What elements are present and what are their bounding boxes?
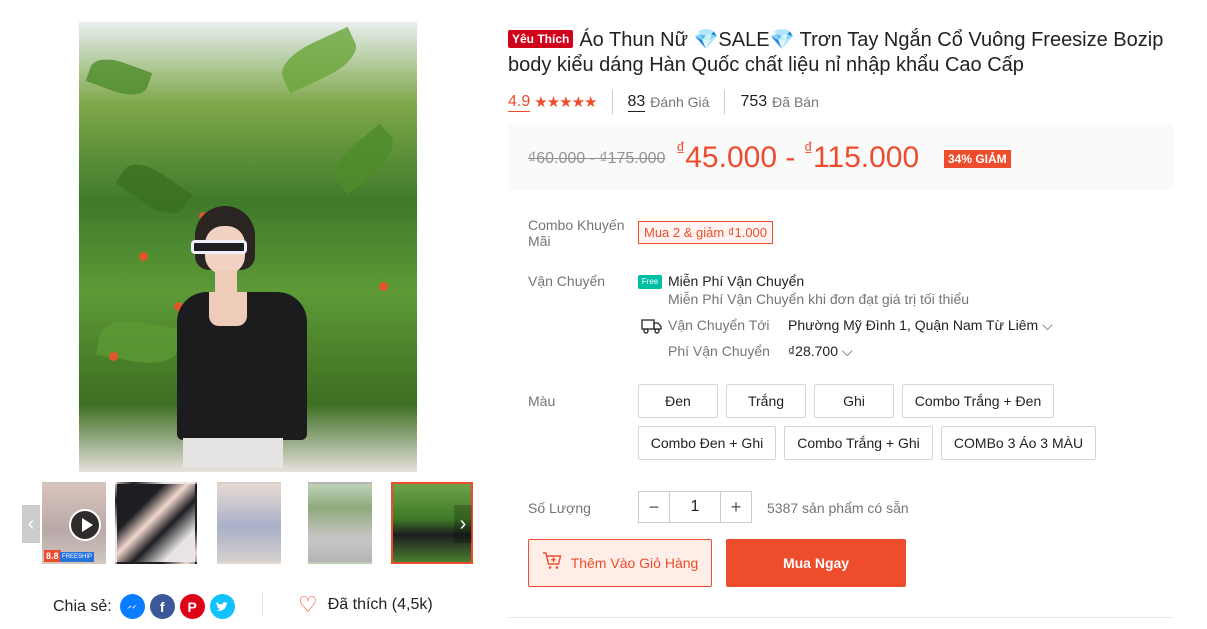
like-count: Đã thích (4,5k) <box>327 596 433 613</box>
review-count[interactable]: 83 <box>627 93 646 112</box>
play-icon[interactable] <box>69 509 101 541</box>
product-title: Yêu Thích Áo Thun Nữ 💎SALE💎 Trơn Tay Ngắn… <box>508 28 1178 78</box>
quantity-label: Số Lượng <box>528 500 591 516</box>
color-option-combo-trang-ghi[interactable]: Combo Trắng + Ghi <box>784 426 933 460</box>
original-price: ₫60.000 - ₫175.000 <box>528 150 666 167</box>
truck-icon <box>641 317 663 340</box>
color-option-den[interactable]: Đen <box>638 384 718 418</box>
chevron-down-icon: ⌵ <box>841 343 853 359</box>
thumbnail-3[interactable] <box>217 482 281 564</box>
freeship-badge: FREESHIP <box>60 552 95 562</box>
chevron-right-icon[interactable]: › <box>454 505 472 543</box>
color-option-ghi[interactable]: Ghi <box>814 384 894 418</box>
sold-count: 753 <box>740 93 768 110</box>
discount-badge: 34% GIẢM <box>944 150 1011 168</box>
free-shipping-icon: Free <box>638 275 662 289</box>
color-option-combo-den-ghi[interactable]: Combo Đen + Ghi <box>638 426 776 460</box>
quantity-input[interactable]: 1 <box>670 491 720 523</box>
divider <box>508 617 1173 618</box>
color-option-combo-3[interactable]: COMBo 3 Áo 3 MÀU <box>941 426 1096 460</box>
star-rating-icon: ★★★★★ <box>534 94 597 111</box>
color-label: Màu <box>528 393 556 409</box>
foliage <box>275 26 363 94</box>
rating-row: 4.9 ★★★★★ 83 Đánh Giá 753 Đã Bán <box>508 90 819 114</box>
currency-symbol: ₫ <box>803 139 813 159</box>
divider <box>611 90 613 114</box>
white-pants <box>183 438 283 468</box>
messenger-icon[interactable] <box>119 594 145 619</box>
shipping-fee-label: Phí Vận Chuyển <box>668 343 770 359</box>
like-button[interactable]: ♡ Đã thích (4,5k) <box>298 594 433 616</box>
ship-to-label: Vận Chuyển Tới <box>668 317 770 333</box>
heart-icon: ♡ <box>298 592 318 617</box>
free-shipping-desc: Miễn Phí Vận Chuyển khi đơn đạt giá trị … <box>668 291 970 307</box>
ship-to-selector[interactable]: Phường Mỹ Đình 1, Quận Nam Từ Liêm ⌵ <box>788 317 1053 334</box>
combo-promo-tag[interactable]: Mua 2 & giảm ₫1.000 <box>638 221 774 244</box>
neckline <box>209 292 247 326</box>
model-figure <box>177 198 307 468</box>
share-label: Chia sẻ: <box>53 597 112 615</box>
review-label: Đánh Giá <box>650 94 710 110</box>
thumbnail-4[interactable] <box>308 482 372 564</box>
price-min: 45.000 <box>685 141 778 174</box>
add-to-cart-button[interactable]: Thêm Vào Giỏ Hàng <box>528 539 712 587</box>
stock-available: 5387 sản phẩm có sẵn <box>767 500 909 516</box>
chevron-down-icon: ⌵ <box>1042 317 1053 333</box>
rating-score[interactable]: 4.9 <box>508 93 531 112</box>
buy-now-button[interactable]: Mua Ngay <box>726 539 906 587</box>
thumbnail-2[interactable] <box>115 482 197 564</box>
product-title-text: Áo Thun Nữ 💎SALE💎 Trơn Tay Ngắn Cổ Vuông… <box>508 29 1164 76</box>
sunglasses <box>191 240 247 254</box>
twitter-icon[interactable] <box>209 594 235 619</box>
facebook-icon[interactable]: f <box>149 594 175 619</box>
flower <box>109 352 118 361</box>
sold-label: Đã Bán <box>772 94 819 110</box>
shipping-fee-value: ₫28.700 <box>788 343 839 359</box>
color-option-combo-trang-den[interactable]: Combo Trắng + Đen <box>902 384 1054 418</box>
price-box: ₫60.000 - ₫175.000 ₫45.000 - ₫115.000 34… <box>508 125 1173 190</box>
foliage <box>96 315 182 369</box>
price-max: 115.000 <box>812 141 920 174</box>
shipping-fee-selector[interactable]: ₫28.700 ⌵ <box>788 343 853 360</box>
favorite-badge: Yêu Thích <box>508 30 574 48</box>
flower <box>379 282 388 291</box>
sale-badge: 8.8 <box>44 550 61 562</box>
ship-to-value: Phường Mỹ Đình 1, Quận Nam Từ Liêm <box>788 317 1039 333</box>
pinterest-icon[interactable]: P <box>179 594 205 619</box>
thumbnail-strip: 8.8 FREESHIP <box>22 482 474 564</box>
chevron-left-icon[interactable]: ‹ <box>22 505 40 543</box>
cart-add-icon <box>542 551 562 575</box>
increase-button[interactable]: + <box>720 491 752 523</box>
add-to-cart-label: Thêm Vào Giỏ Hàng <box>570 555 699 571</box>
shipping-label: Vận Chuyển <box>528 273 606 289</box>
share-row: Chia sẻ: f P <box>53 594 235 619</box>
divider <box>724 90 726 114</box>
divider <box>262 592 263 616</box>
foliage <box>85 52 153 102</box>
thumbnail-video[interactable]: 8.8 FREESHIP <box>42 482 106 564</box>
free-shipping-title: Miễn Phí Vận Chuyển <box>668 273 805 289</box>
foliage <box>326 123 402 195</box>
currency-symbol: ₫ <box>676 139 686 159</box>
quantity-stepper: − 1 + <box>638 491 752 523</box>
price-separator: - <box>785 141 796 174</box>
main-product-image[interactable] <box>79 22 417 472</box>
color-option-trang[interactable]: Trắng <box>726 384 806 418</box>
sale-price: ₫45.000 - ₫115.000 <box>676 139 919 175</box>
flower <box>139 252 148 261</box>
decrease-button[interactable]: − <box>638 491 670 523</box>
combo-label: Combo Khuyến Mãi <box>528 217 625 249</box>
